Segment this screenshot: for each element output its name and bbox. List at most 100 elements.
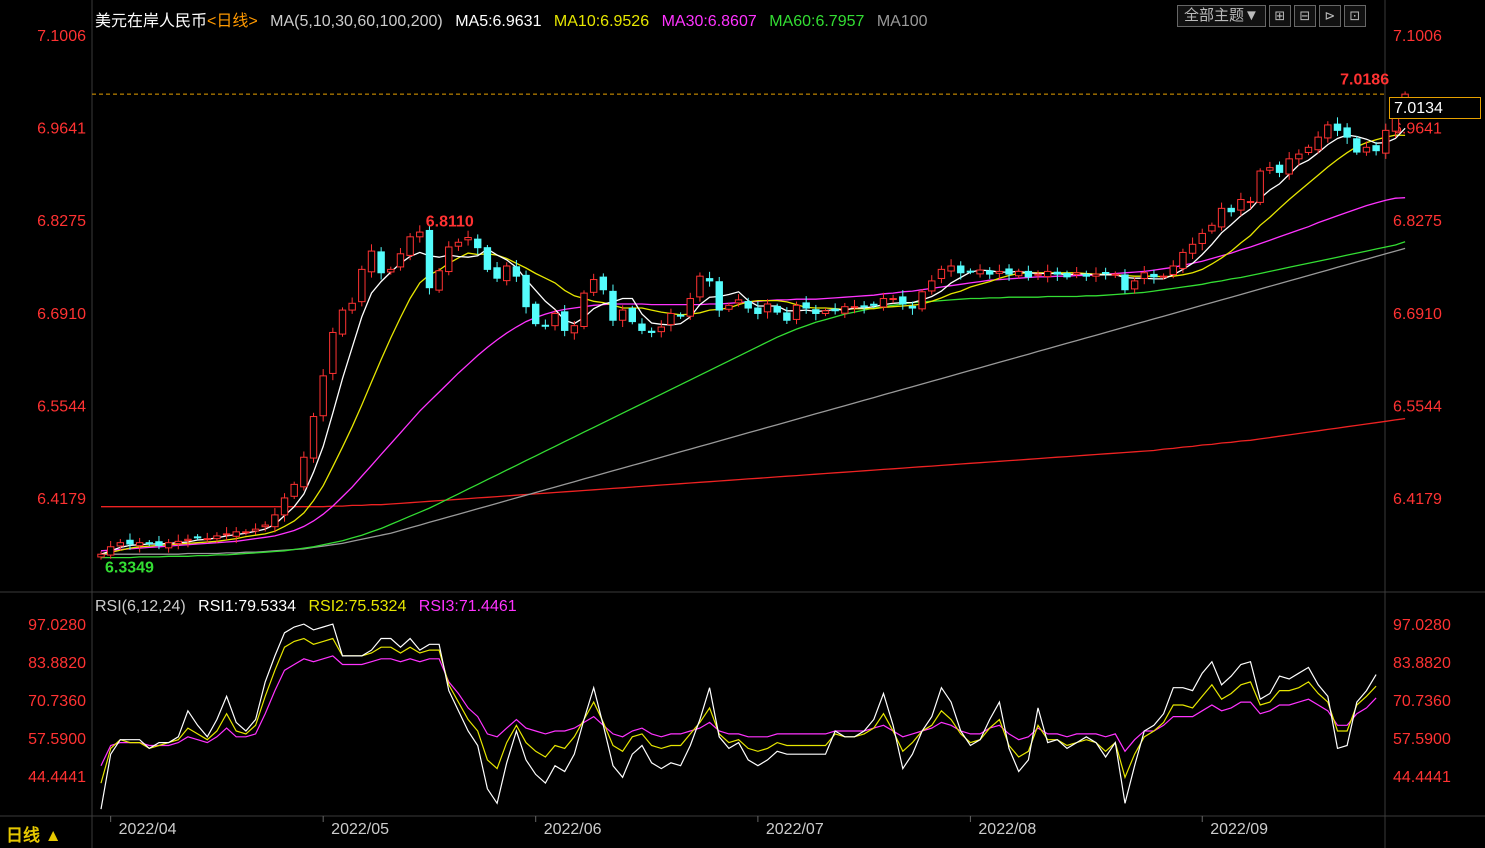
candle-body xyxy=(831,308,839,312)
candle-body xyxy=(464,237,472,241)
candle-body xyxy=(551,312,559,327)
candle-body xyxy=(271,514,279,528)
candle-body xyxy=(1198,232,1206,244)
candle-body xyxy=(290,483,298,497)
candle-body xyxy=(1188,243,1197,254)
candle-body xyxy=(889,298,897,301)
candle-body xyxy=(667,312,675,326)
candle-body xyxy=(1092,273,1100,277)
price-tick-left: 6.9641 xyxy=(37,121,86,138)
layout-icon[interactable]: ⊟ xyxy=(1293,5,1316,27)
candle-body xyxy=(1072,272,1081,275)
date-tick-label: 2022/08 xyxy=(978,821,1036,838)
candle-body xyxy=(715,281,723,311)
candle-body xyxy=(1034,273,1042,276)
price-tick-left: 6.4179 xyxy=(37,491,86,508)
candle-body xyxy=(474,238,482,249)
ma60-value: MA60:6.7957 xyxy=(769,13,865,30)
candle-body xyxy=(1217,207,1226,228)
candle-body xyxy=(686,298,694,317)
candle-body xyxy=(1043,270,1052,278)
price-tick-right: 7.1006 xyxy=(1393,28,1442,45)
candle-body xyxy=(1063,272,1071,278)
candle-body xyxy=(261,524,269,528)
date-tick-label: 2022/09 xyxy=(1210,821,1268,838)
price-tick-left: 6.6910 xyxy=(37,306,86,323)
candle-body xyxy=(541,324,550,327)
rsi-params[interactable]: RSI(6,12,24) xyxy=(95,598,186,615)
high-annotation: 7.0186 xyxy=(1340,72,1389,89)
candle-body xyxy=(1101,272,1110,275)
candle-body xyxy=(416,231,424,238)
candle-body xyxy=(116,542,125,547)
candle-body xyxy=(947,265,955,272)
candles-group xyxy=(97,91,1409,560)
candle-body xyxy=(329,331,337,374)
candle-body xyxy=(1353,138,1361,153)
ma-params[interactable]: MA(5,10,30,60,100,200) xyxy=(270,13,443,30)
candle-body xyxy=(773,305,781,313)
candle-body xyxy=(589,279,598,293)
candle-body xyxy=(338,309,347,335)
candle-body xyxy=(1208,224,1216,232)
rsi-tick-left: 97.0280 xyxy=(28,617,86,634)
candle-body xyxy=(106,546,115,556)
candle-body xyxy=(676,314,685,317)
candle-body xyxy=(1304,146,1313,153)
candle-body xyxy=(966,270,975,273)
candle-body xyxy=(928,280,936,292)
rsi2-value: RSI2:75.5324 xyxy=(308,598,407,615)
forward-icon[interactable]: ⊡ xyxy=(1343,5,1366,27)
rsi1-value: RSI1:79.5334 xyxy=(198,598,297,615)
candle-body xyxy=(135,542,144,547)
candle-body xyxy=(628,307,636,323)
candle-body xyxy=(126,539,134,545)
candle-body xyxy=(300,456,308,488)
rsi-tick-right: 57.5900 xyxy=(1393,731,1451,748)
play-icon[interactable]: ⊳ xyxy=(1318,5,1341,27)
ma30-value: MA30:6.8607 xyxy=(661,13,757,30)
candle-body xyxy=(850,306,859,309)
candle-body xyxy=(174,540,182,545)
price-chart[interactable]: 7.1006 7.10066.9641 6.96416.8275 6.82756.69… xyxy=(0,0,1485,848)
candle-body xyxy=(435,270,443,291)
ma5-value: MA5:6.9631 xyxy=(455,13,542,30)
candle-body xyxy=(1024,270,1033,278)
candle-body xyxy=(251,528,260,532)
candle-body xyxy=(483,247,492,270)
ma-line-ma60 xyxy=(101,241,1406,559)
rsi-tick-left: 83.8820 xyxy=(28,655,86,672)
toolbar: 全部主题▼ ⊞ ⊟ ⊳ ⊡ xyxy=(1177,5,1366,27)
candle-body xyxy=(1372,145,1380,152)
ma100-value: MA100 xyxy=(876,13,928,30)
candle-body xyxy=(792,304,801,320)
candle-body xyxy=(1082,273,1091,277)
rsi-tick-right: 83.8820 xyxy=(1393,655,1451,672)
candle-body xyxy=(532,303,540,325)
main-chart-header: 美元在岸人民币<日线> MA(5,10,30,60,100,200) MA5:6… xyxy=(95,7,936,31)
candle-body xyxy=(155,541,163,546)
rsi-tick-right: 44.4441 xyxy=(1393,769,1451,786)
candle-body xyxy=(184,538,192,542)
candle-body xyxy=(367,250,376,273)
candle-body xyxy=(1121,274,1129,291)
candle-body xyxy=(1053,271,1062,275)
rsi-tick-left: 70.7360 xyxy=(28,693,86,710)
period-tag[interactable]: <日线> xyxy=(207,13,258,30)
candle-body xyxy=(1150,273,1158,278)
rsi-tick-right: 97.0280 xyxy=(1393,617,1451,634)
candle-body xyxy=(512,266,521,277)
period-selector[interactable]: 日线 ▲ xyxy=(6,821,62,846)
grid-icon[interactable]: ⊞ xyxy=(1268,5,1291,27)
candle-body xyxy=(841,306,849,314)
candle-body xyxy=(1343,127,1351,138)
candle-body xyxy=(319,375,327,417)
candle-body xyxy=(657,326,665,333)
candle-body xyxy=(454,241,463,247)
candle-body xyxy=(986,270,994,275)
theme-select-button[interactable]: 全部主题▼ xyxy=(1177,5,1266,27)
candle-body xyxy=(1324,124,1332,139)
candle-body xyxy=(1227,207,1235,213)
candle-body xyxy=(1266,167,1274,171)
candle-body xyxy=(425,229,434,289)
